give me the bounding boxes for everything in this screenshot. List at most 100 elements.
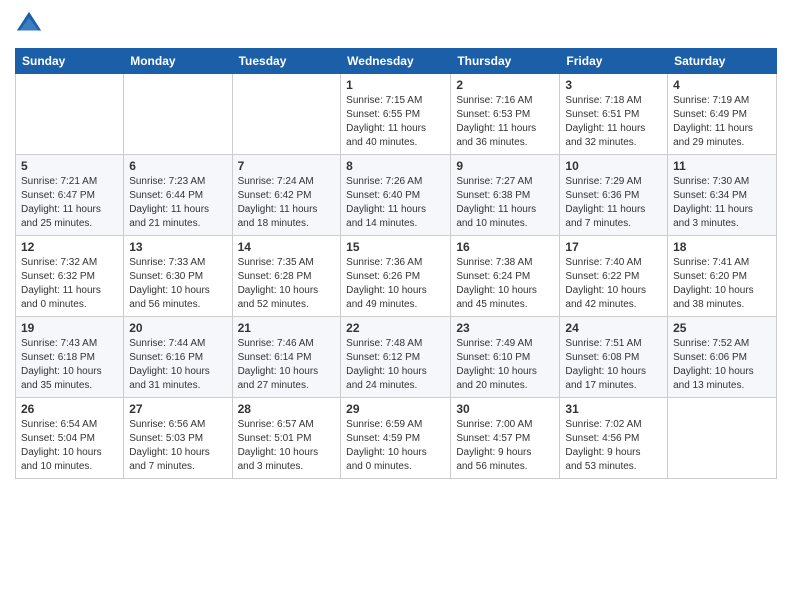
day-info: Sunrise: 7:21 AM Sunset: 6:47 PM Dayligh… (21, 175, 118, 231)
calendar-cell: 9Sunrise: 7:27 AM Sunset: 6:38 PM Daylig… (451, 155, 560, 236)
calendar-cell: 12Sunrise: 7:32 AM Sunset: 6:32 PM Dayli… (16, 236, 124, 317)
calendar-cell: 11 Sunrise: 7:30 AM Sunset: 6:34 PM Dayli… (668, 155, 777, 236)
day-info: Sunrise: 6:54 AM Sunset: 5:04 PM Dayligh… (21, 418, 118, 474)
day-number: 31 (565, 402, 662, 416)
day-number: 23 (456, 321, 554, 335)
calendar-cell: 30Sunrise: 7:00 AM Sunset: 4:57 PM Dayli… (451, 398, 560, 479)
day-info: Sunrise: 7:26 AM Sunset: 6:40 PM Dayligh… (346, 175, 445, 231)
calendar-week-row: 5 Sunrise: 7:21 AM Sunset: 6:47 PM Daylig… (16, 155, 777, 236)
calendar-cell: 18 Sunrise: 7:41 AM Sunset: 6:20 PM Dayli… (668, 236, 777, 317)
day-info: Sunrise: 7:30 AM Sunset: 6:34 PM Dayligh… (673, 175, 771, 231)
calendar-cell (232, 74, 341, 155)
day-number: 2 (456, 78, 554, 92)
calendar-cell: 26 Sunrise: 6:54 AM Sunset: 5:04 PM Dayli… (16, 398, 124, 479)
day-info: Sunrise: 7:18 AM Sunset: 6:51 PM Dayligh… (565, 94, 662, 150)
day-info: Sunrise: 7:32 AM Sunset: 6:32 PM Dayligh… (21, 256, 118, 312)
weekday-header: Monday (124, 49, 232, 74)
day-info: Sunrise: 7:49 AM Sunset: 6:10 PM Dayligh… (456, 337, 554, 393)
day-number: 17 (565, 240, 662, 254)
day-number: 1 (346, 78, 445, 92)
calendar-cell: 24Sunrise: 7:51 AM Sunset: 6:08 PM Dayli… (560, 317, 668, 398)
calendar-cell: 17 Sunrise: 7:40 AM Sunset: 6:22 PM Dayli… (560, 236, 668, 317)
calendar-cell: 21Sunrise: 7:46 AM Sunset: 6:14 PM Dayli… (232, 317, 341, 398)
day-number: 11 (673, 159, 771, 173)
weekday-header: Sunday (16, 49, 124, 74)
weekday-header: Thursday (451, 49, 560, 74)
calendar-cell: 19 Sunrise: 7:43 AM Sunset: 6:18 PM Dayli… (16, 317, 124, 398)
day-number: 3 (565, 78, 662, 92)
day-info: Sunrise: 7:16 AM Sunset: 6:53 PM Dayligh… (456, 94, 554, 150)
day-number: 22 (346, 321, 445, 335)
day-info: Sunrise: 7:38 AM Sunset: 6:24 PM Dayligh… (456, 256, 554, 312)
weekday-header: Tuesday (232, 49, 341, 74)
day-info: Sunrise: 7:23 AM Sunset: 6:44 PM Dayligh… (129, 175, 226, 231)
day-info: Sunrise: 6:57 AM Sunset: 5:01 PM Dayligh… (238, 418, 336, 474)
day-number: 21 (238, 321, 336, 335)
weekday-header-row: SundayMondayTuesdayWednesdayThursdayFrid… (16, 49, 777, 74)
calendar-cell (668, 398, 777, 479)
calendar-cell: 31 Sunrise: 7:02 AM Sunset: 4:56 PM Dayli… (560, 398, 668, 479)
day-info: Sunrise: 7:40 AM Sunset: 6:22 PM Dayligh… (565, 256, 662, 312)
day-info: Sunrise: 7:35 AM Sunset: 6:28 PM Dayligh… (238, 256, 336, 312)
day-info: Sunrise: 6:56 AM Sunset: 5:03 PM Dayligh… (129, 418, 226, 474)
day-info: Sunrise: 7:29 AM Sunset: 6:36 PM Dayligh… (565, 175, 662, 231)
day-number: 25 (673, 321, 771, 335)
day-number: 7 (238, 159, 336, 173)
weekday-header: Saturday (668, 49, 777, 74)
day-number: 29 (346, 402, 445, 416)
day-number: 13 (129, 240, 226, 254)
day-number: 28 (238, 402, 336, 416)
day-info: Sunrise: 7:48 AM Sunset: 6:12 PM Dayligh… (346, 337, 445, 393)
calendar-cell: 8 Sunrise: 7:26 AM Sunset: 6:40 PM Daylig… (341, 155, 451, 236)
day-number: 8 (346, 159, 445, 173)
day-number: 14 (238, 240, 336, 254)
day-number: 26 (21, 402, 118, 416)
calendar-cell: 5 Sunrise: 7:21 AM Sunset: 6:47 PM Daylig… (16, 155, 124, 236)
calendar-week-row: 12Sunrise: 7:32 AM Sunset: 6:32 PM Dayli… (16, 236, 777, 317)
day-info: Sunrise: 7:27 AM Sunset: 6:38 PM Dayligh… (456, 175, 554, 231)
calendar-cell: 27 Sunrise: 6:56 AM Sunset: 5:03 PM Dayli… (124, 398, 232, 479)
calendar-cell (16, 74, 124, 155)
day-number: 27 (129, 402, 226, 416)
day-number: 18 (673, 240, 771, 254)
calendar-week-row: 26 Sunrise: 6:54 AM Sunset: 5:04 PM Dayli… (16, 398, 777, 479)
weekday-header: Friday (560, 49, 668, 74)
day-info: Sunrise: 7:44 AM Sunset: 6:16 PM Dayligh… (129, 337, 226, 393)
day-info: Sunrise: 7:43 AM Sunset: 6:18 PM Dayligh… (21, 337, 118, 393)
day-number: 20 (129, 321, 226, 335)
calendar-cell: 22 Sunrise: 7:48 AM Sunset: 6:12 PM Dayli… (341, 317, 451, 398)
calendar-cell: 28 Sunrise: 6:57 AM Sunset: 5:01 PM Dayli… (232, 398, 341, 479)
calendar-cell: 6 Sunrise: 7:23 AM Sunset: 6:44 PM Daylig… (124, 155, 232, 236)
day-number: 10 (565, 159, 662, 173)
calendar-cell: 4Sunrise: 7:19 AM Sunset: 6:49 PM Daylig… (668, 74, 777, 155)
day-number: 6 (129, 159, 226, 173)
day-number: 19 (21, 321, 118, 335)
day-number: 4 (673, 78, 771, 92)
day-info: Sunrise: 7:02 AM Sunset: 4:56 PM Dayligh… (565, 418, 662, 474)
calendar-cell: 7 Sunrise: 7:24 AM Sunset: 6:42 PM Daylig… (232, 155, 341, 236)
calendar-cell: 13Sunrise: 7:33 AM Sunset: 6:30 PM Dayli… (124, 236, 232, 317)
calendar-cell: 25 Sunrise: 7:52 AM Sunset: 6:06 PM Dayli… (668, 317, 777, 398)
day-number: 15 (346, 240, 445, 254)
calendar-cell: 23 Sunrise: 7:49 AM Sunset: 6:10 PM Dayli… (451, 317, 560, 398)
calendar-cell: 29 Sunrise: 6:59 AM Sunset: 4:59 PM Dayli… (341, 398, 451, 479)
calendar-cell: 16 Sunrise: 7:38 AM Sunset: 6:24 PM Dayli… (451, 236, 560, 317)
day-info: Sunrise: 6:59 AM Sunset: 4:59 PM Dayligh… (346, 418, 445, 474)
calendar-cell: 14 Sunrise: 7:35 AM Sunset: 6:28 PM Dayli… (232, 236, 341, 317)
day-number: 5 (21, 159, 118, 173)
calendar-cell: 20 Sunrise: 7:44 AM Sunset: 6:16 PM Dayli… (124, 317, 232, 398)
header (15, 10, 777, 38)
day-info: Sunrise: 7:15 AM Sunset: 6:55 PM Dayligh… (346, 94, 445, 150)
day-number: 24 (565, 321, 662, 335)
day-info: Sunrise: 7:24 AM Sunset: 6:42 PM Dayligh… (238, 175, 336, 231)
day-number: 30 (456, 402, 554, 416)
calendar-week-row: 1 Sunrise: 7:15 AM Sunset: 6:55 PM Daylig… (16, 74, 777, 155)
day-info: Sunrise: 7:41 AM Sunset: 6:20 PM Dayligh… (673, 256, 771, 312)
calendar-cell: 10 Sunrise: 7:29 AM Sunset: 6:36 PM Dayli… (560, 155, 668, 236)
calendar-container: SundayMondayTuesdayWednesdayThursdayFrid… (0, 0, 792, 489)
calendar-week-row: 19 Sunrise: 7:43 AM Sunset: 6:18 PM Dayli… (16, 317, 777, 398)
day-info: Sunrise: 7:52 AM Sunset: 6:06 PM Dayligh… (673, 337, 771, 393)
calendar-cell: 3 Sunrise: 7:18 AM Sunset: 6:51 PM Daylig… (560, 74, 668, 155)
day-number: 16 (456, 240, 554, 254)
calendar-cell: 1 Sunrise: 7:15 AM Sunset: 6:55 PM Daylig… (341, 74, 451, 155)
